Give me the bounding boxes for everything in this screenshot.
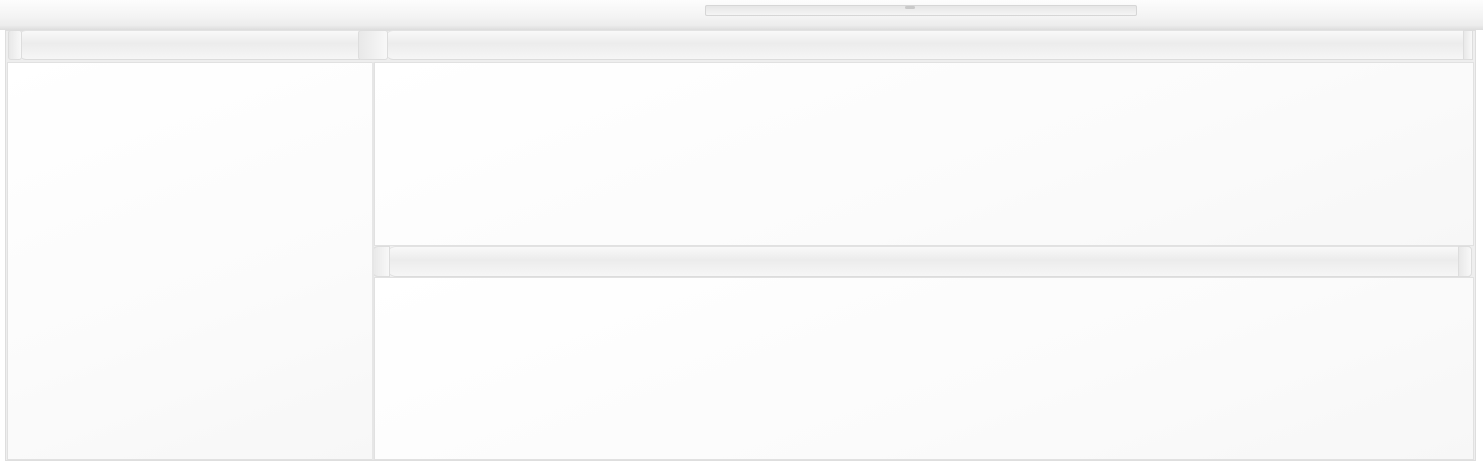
rail-end-cap <box>8 30 22 60</box>
cabinet-door-left[interactable] <box>7 62 373 460</box>
handle-rail-middle <box>388 246 1470 277</box>
rail-end-cap <box>372 246 390 277</box>
drawer-bottom[interactable] <box>374 277 1474 460</box>
vanity-scene <box>0 0 1483 463</box>
handle-rail-top-right <box>387 30 1471 60</box>
rail-end-cap <box>358 30 388 60</box>
sink-basin <box>705 5 1137 16</box>
handle-rail-top-left <box>20 30 360 60</box>
rail-end-cap <box>1458 246 1472 277</box>
drain-icon <box>905 6 915 9</box>
rail-end-cap <box>1463 30 1473 60</box>
drawer-top[interactable] <box>374 62 1474 246</box>
